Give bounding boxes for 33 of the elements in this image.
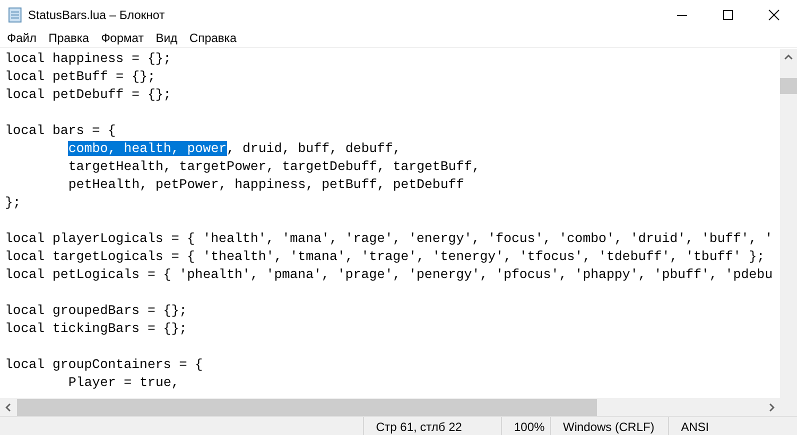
- code-line: local petDebuff = {};: [5, 87, 172, 102]
- status-text: 100%: [501, 417, 550, 435]
- notepad-icon: [8, 7, 22, 23]
- selected-text: combo, health, power: [68, 141, 227, 156]
- menu-item[interactable]: Файл: [1, 30, 43, 47]
- vertical-scrollbar[interactable]: [780, 49, 797, 398]
- menu-item[interactable]: Формат: [95, 30, 150, 47]
- code-line: , druid, buff, debuff,: [226, 141, 401, 156]
- code-line: local tickingBars = {};: [5, 321, 188, 336]
- scroll-thumb[interactable]: [780, 78, 797, 94]
- code-line: local petBuff = {};: [5, 69, 156, 84]
- horizontal-scrollbar[interactable]: [0, 398, 780, 416]
- status-text: Windows (CRLF): [550, 417, 668, 435]
- code-line: targetHealth, targetPower, targetDebuff, targetBuff,: [68, 159, 480, 174]
- code-line: Player = true,: [68, 375, 180, 390]
- scroll-thumb[interactable]: [17, 398, 597, 416]
- code-line: petHealth, petPower, happiness, petBuff, petDebuff: [68, 177, 464, 192]
- status-text: Стр 61, стлб 22: [363, 417, 501, 435]
- code-line: local groupedBars = {};: [5, 303, 188, 318]
- code-line: local targetLogicals = { 'thealth', 'tmana', 'trage', 'tenergy', 'tfocus', 'tdebuff', 'tbuff' };: [5, 249, 765, 264]
- window-title: StatusBars.lua – Блокнот: [28, 8, 166, 22]
- menu-item[interactable]: Справка: [183, 30, 242, 47]
- code-line: local bars = {: [5, 123, 116, 138]
- maximize-icon: [722, 9, 734, 21]
- menu-item[interactable]: Правка: [42, 30, 96, 47]
- code-line: local happiness = {};: [5, 51, 172, 66]
- close-icon: [768, 9, 780, 21]
- status-text: ANSI: [668, 417, 797, 435]
- code-line: local playerLogicals = { 'health', 'mana', 'rage', 'energy', 'focus', 'combo', 'druid', 'buff', ': [5, 231, 773, 246]
- code-line: };: [5, 195, 21, 210]
- code-line: local groupContainers = {: [5, 357, 203, 372]
- menu-item[interactable]: Вид: [150, 30, 184, 47]
- code-line: local petLogicals = { 'phealth', 'pmana', 'prage', 'penergy', 'pfocus', 'phappy', 'pbuff', 'pdebu: [5, 267, 773, 282]
